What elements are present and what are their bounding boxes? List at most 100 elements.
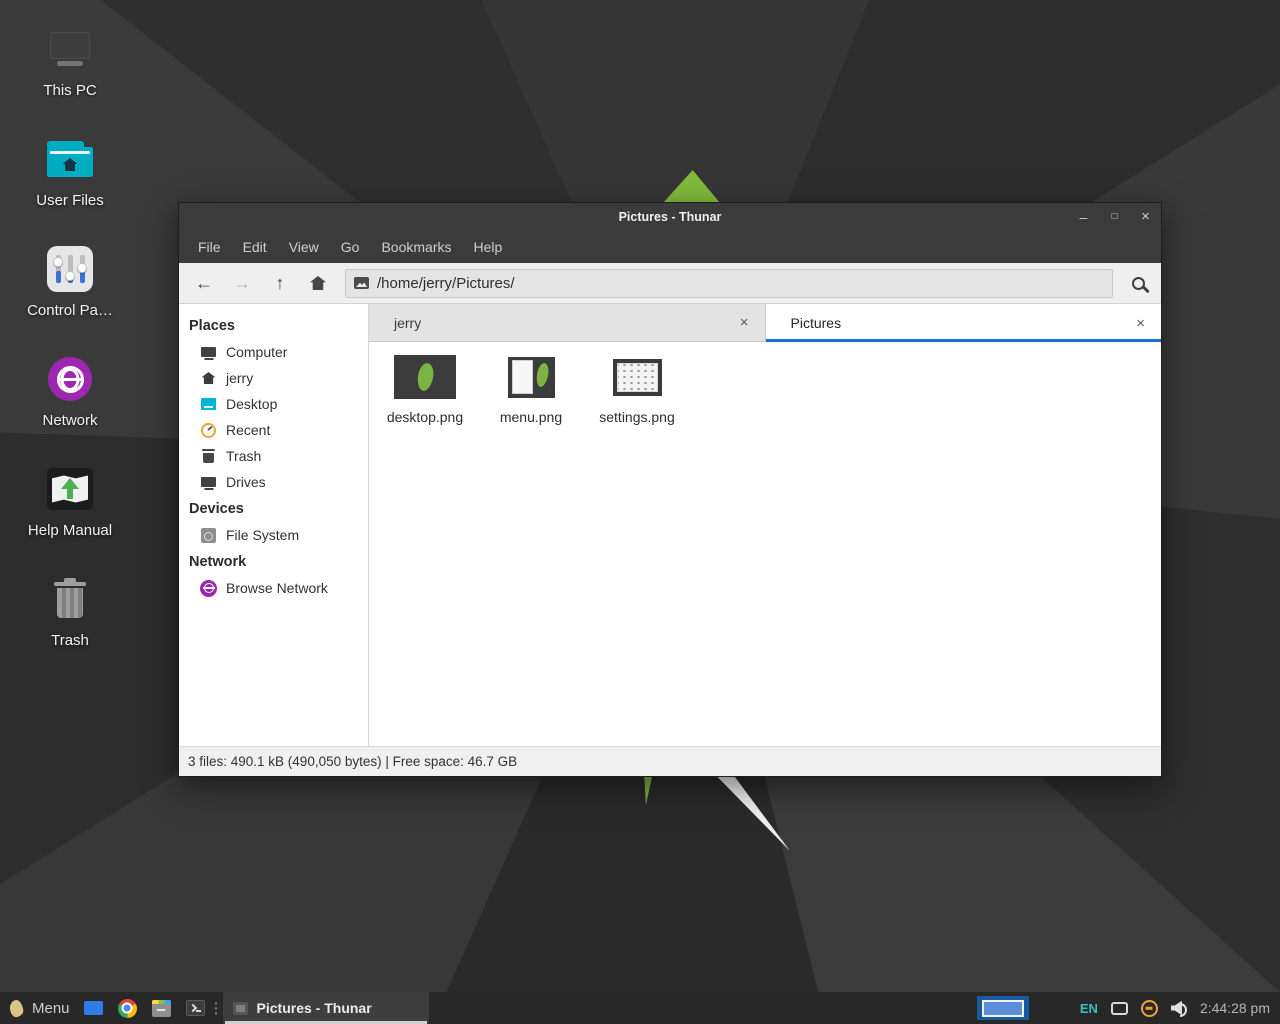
sidebar-item-trash[interactable]: Trash: [179, 443, 368, 469]
sidebar-item-file-system[interactable]: File System: [179, 522, 368, 548]
screen: This PC User Files Control Pa… Network: [0, 0, 1280, 1024]
image-thumbnail: [394, 355, 456, 399]
status-bar: 3 files: 490.1 kB (490,050 bytes) | Free…: [179, 746, 1161, 776]
menu-view[interactable]: View: [278, 230, 330, 263]
menu-edit[interactable]: Edit: [232, 230, 278, 263]
taskbar-window-button[interactable]: Pictures - Thunar: [223, 992, 429, 1024]
tab-close-icon[interactable]: ×: [736, 314, 753, 331]
menu-file[interactable]: File: [187, 230, 232, 263]
file-menu-png[interactable]: menu.png: [483, 352, 579, 425]
sidebar-item-label: Computer: [226, 344, 287, 360]
chrome-browser-icon[interactable]: [118, 999, 137, 1018]
computer-icon: [200, 344, 217, 361]
path-bar[interactable]: /home/jerry/Pictures/: [345, 269, 1113, 298]
display-tray-icon[interactable]: [1111, 1002, 1128, 1015]
desktop-icon-label: Help Manual: [28, 522, 112, 539]
sidebar: Places Computer jerry Desktop Recent: [179, 304, 369, 746]
user-files-folder-icon: [47, 141, 93, 177]
tab-label: jerry: [394, 315, 421, 331]
menu-help[interactable]: Help: [463, 230, 514, 263]
desktop-icon-label: Trash: [51, 632, 89, 649]
window-list-handle-icon[interactable]: [214, 1001, 218, 1015]
current-path: /home/jerry/Pictures/: [377, 275, 515, 292]
close-icon[interactable]: ×: [1130, 203, 1161, 230]
drives-icon: [200, 474, 217, 491]
recent-clock-icon: [200, 422, 217, 439]
clock[interactable]: 2:44:28 pm: [1200, 1000, 1270, 1016]
desktop-icon-help-manual[interactable]: Help Manual: [18, 460, 122, 570]
window-title: Pictures - Thunar: [179, 210, 1161, 224]
desktop-icon-user-files[interactable]: User Files: [18, 130, 122, 240]
sidebar-item-label: Recent: [226, 422, 270, 438]
sidebar-item-browse-network[interactable]: Browse Network: [179, 575, 368, 601]
show-desktop-icon[interactable]: [84, 1001, 103, 1015]
tab-bar: jerry × Pictures ×: [369, 304, 1161, 342]
maximize-icon[interactable]: □: [1099, 203, 1130, 230]
home-button[interactable]: [299, 268, 337, 299]
filesystem-disk-icon: [200, 527, 217, 544]
sidebar-item-label: Desktop: [226, 396, 277, 412]
file-name: desktop.png: [387, 409, 463, 425]
update-manager-icon[interactable]: [1141, 1000, 1158, 1017]
help-manual-map-icon: [47, 468, 93, 510]
file-manager-icon[interactable]: [152, 1000, 171, 1017]
window-titlebar[interactable]: Pictures - Thunar – □ ×: [179, 203, 1161, 230]
workspace-1[interactable]: [982, 1000, 1024, 1017]
tab-label: Pictures: [791, 315, 842, 331]
desktop-icon-column: This PC User Files Control Pa… Network: [18, 20, 122, 680]
image-thumbnail: [508, 357, 555, 398]
thunar-window: Pictures - Thunar – □ × File Edit View G…: [178, 202, 1162, 777]
menu-bookmarks[interactable]: Bookmarks: [370, 230, 462, 263]
back-icon[interactable]: ←: [185, 268, 223, 299]
tab-pictures[interactable]: Pictures ×: [766, 304, 1162, 342]
search-icon: [1132, 277, 1145, 290]
menu-go[interactable]: Go: [330, 230, 371, 263]
sidebar-item-label: File System: [226, 527, 299, 543]
thunar-task-icon: [233, 1002, 248, 1015]
workspace-switcher[interactable]: [977, 996, 1029, 1020]
wallpaper-mint-logo-tip: [663, 170, 720, 203]
desktop-icon-network[interactable]: Network: [18, 350, 122, 460]
tab-jerry[interactable]: jerry ×: [369, 304, 766, 342]
toolbar: ← → ↑ /home/jerry/Pictures/: [179, 263, 1161, 304]
sidebar-item-desktop[interactable]: Desktop: [179, 391, 368, 417]
desktop-icon-label: Network: [42, 412, 97, 429]
this-pc-icon: [48, 32, 92, 66]
sidebar-header-devices: Devices: [179, 495, 368, 522]
main-pane: jerry × Pictures × desktop.png: [369, 304, 1161, 746]
file-desktop-png[interactable]: desktop.png: [377, 352, 473, 425]
sidebar-item-recent[interactable]: Recent: [179, 417, 368, 443]
sidebar-item-drives[interactable]: Drives: [179, 469, 368, 495]
home-icon: [310, 276, 326, 290]
keyboard-layout-indicator[interactable]: EN: [1080, 1001, 1098, 1016]
menu-button-label: Menu: [32, 1000, 70, 1017]
file-view[interactable]: desktop.png menu.png settings.png: [369, 342, 1161, 746]
tab-close-icon[interactable]: ×: [1132, 315, 1149, 332]
sidebar-item-jerry[interactable]: jerry: [179, 365, 368, 391]
desktop-icon-label: Control Pa…: [27, 302, 113, 319]
sidebar-item-label: jerry: [226, 370, 253, 386]
forward-icon[interactable]: →: [223, 268, 261, 299]
file-settings-png[interactable]: settings.png: [589, 352, 685, 425]
image-thumbnail: [613, 359, 662, 396]
network-globe-icon: [48, 357, 92, 401]
home-icon: [200, 370, 217, 387]
up-icon[interactable]: ↑: [261, 268, 299, 299]
taskbar: Menu Pictures - Thunar EN 2:44:28 pm: [0, 992, 1280, 1024]
sidebar-header-places: Places: [179, 312, 368, 339]
pictures-location-icon: [354, 277, 369, 289]
search-button[interactable]: [1121, 268, 1155, 299]
status-text: 3 files: 490.1 kB (490,050 bytes) | Free…: [188, 754, 517, 769]
desktop-icon-control-panel[interactable]: Control Pa…: [18, 240, 122, 350]
network-globe-icon: [200, 580, 217, 597]
terminal-icon[interactable]: [186, 1000, 205, 1016]
trash-icon: [200, 448, 217, 465]
desktop-icon: [200, 396, 217, 413]
desktop-icon-this-pc[interactable]: This PC: [18, 20, 122, 130]
launcher-bar: [84, 992, 205, 1024]
volume-icon[interactable]: [1171, 1001, 1187, 1016]
desktop-icon-trash[interactable]: Trash: [18, 570, 122, 680]
sidebar-item-computer[interactable]: Computer: [179, 339, 368, 365]
minimize-icon[interactable]: –: [1068, 203, 1099, 230]
menu-button[interactable]: Menu: [0, 992, 82, 1024]
